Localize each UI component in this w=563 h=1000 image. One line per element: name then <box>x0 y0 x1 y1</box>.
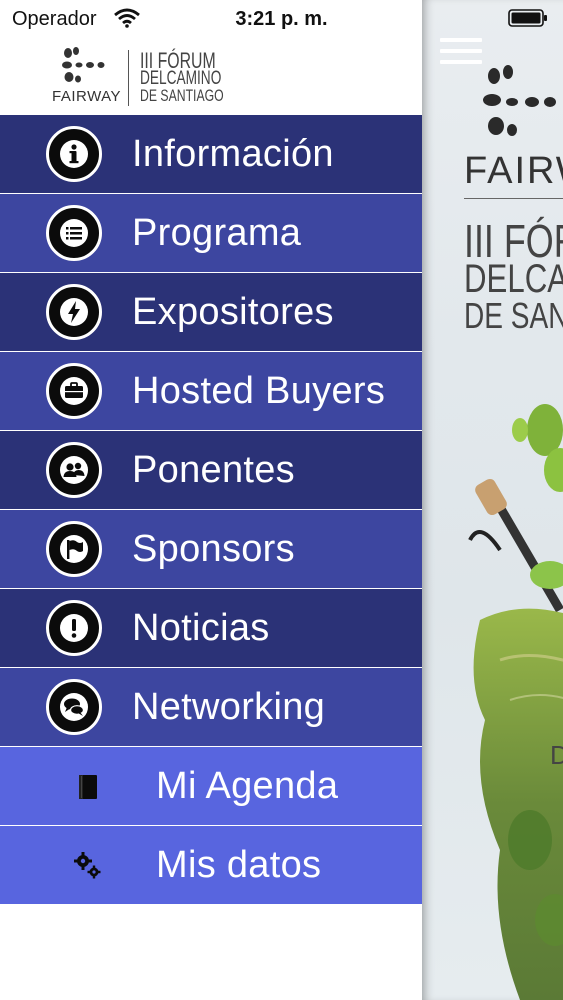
menu-item-hosted-buyers[interactable]: Hosted Buyers <box>0 352 422 431</box>
gears-icon <box>70 848 106 884</box>
menu-item-noticias[interactable]: Noticias <box>0 589 422 668</box>
logo-divider <box>128 50 129 106</box>
menu-item-networking[interactable]: Networking <box>0 668 422 747</box>
logo-line3: DE SANTIAGO <box>140 86 224 105</box>
users-icon <box>46 442 102 498</box>
menu-item-label: Mi Agenda <box>156 765 339 807</box>
menu-item-label: Sponsors <box>132 528 295 570</box>
info-icon <box>46 126 102 182</box>
camino-illustration-image <box>468 404 563 1000</box>
background-divider <box>464 198 563 199</box>
menu-item-expositores[interactable]: Expositores <box>0 273 422 352</box>
lightning-icon <box>46 284 102 340</box>
menu-item-label: Ponentes <box>132 449 295 491</box>
logo-brand-text: FAIRWAY <box>52 88 122 105</box>
menu-list: Información Programa Expositores Hosted … <box>0 115 422 905</box>
menu-item-label: Programa <box>132 212 302 254</box>
menu-item-label: Información <box>132 133 334 175</box>
event-logo: FAIRWAY III FÓRUM DELCAMINO DE SANTIAGO <box>52 46 224 108</box>
list-icon <box>46 205 102 261</box>
menu-item-informacion[interactable]: Información <box>0 115 422 194</box>
exclamation-icon <box>46 600 102 656</box>
menu-item-ponentes[interactable]: Ponentes <box>0 431 422 510</box>
menu-item-mis-datos[interactable]: Mis datos <box>0 826 422 905</box>
menu-item-label: Expositores <box>132 291 334 333</box>
drawer-header: FAIRWAY III FÓRUM DELCAMINO DE SANTIAGO <box>0 38 422 115</box>
background-forum-line3: DE SANTIAGO <box>464 295 563 336</box>
background-date-fragment: D <box>550 740 563 770</box>
background-main-screen: FAIRWAY III FÓRUM DELCAMINO DE SANTIAGO … <box>422 0 563 1000</box>
briefcase-icon <box>46 363 102 419</box>
chat-icon <box>46 679 102 735</box>
menu-item-programa[interactable]: Programa <box>0 194 422 273</box>
side-menu-drawer: FAIRWAY III FÓRUM DELCAMINO DE SANTIAGO … <box>0 0 422 1000</box>
book-icon <box>70 769 106 805</box>
status-bar: Operador 3:21 p. m. <box>0 0 563 38</box>
background-brand: FAIRWAY <box>464 150 563 192</box>
menu-item-mi-agenda[interactable]: Mi Agenda <box>0 747 422 826</box>
footsteps-logo-icon <box>62 47 105 83</box>
menu-item-label: Noticias <box>132 607 270 649</box>
hamburger-icon[interactable] <box>440 38 482 66</box>
flag-icon <box>46 521 102 577</box>
menu-item-label: Mis datos <box>156 844 322 886</box>
battery-icon <box>508 9 547 27</box>
footsteps-logo-icon <box>483 65 556 136</box>
menu-item-sponsors[interactable]: Sponsors <box>0 510 422 589</box>
menu-item-label: Hosted Buyers <box>132 370 386 412</box>
status-time: 3:21 p. m. <box>235 8 328 30</box>
menu-item-label: Networking <box>132 686 326 728</box>
